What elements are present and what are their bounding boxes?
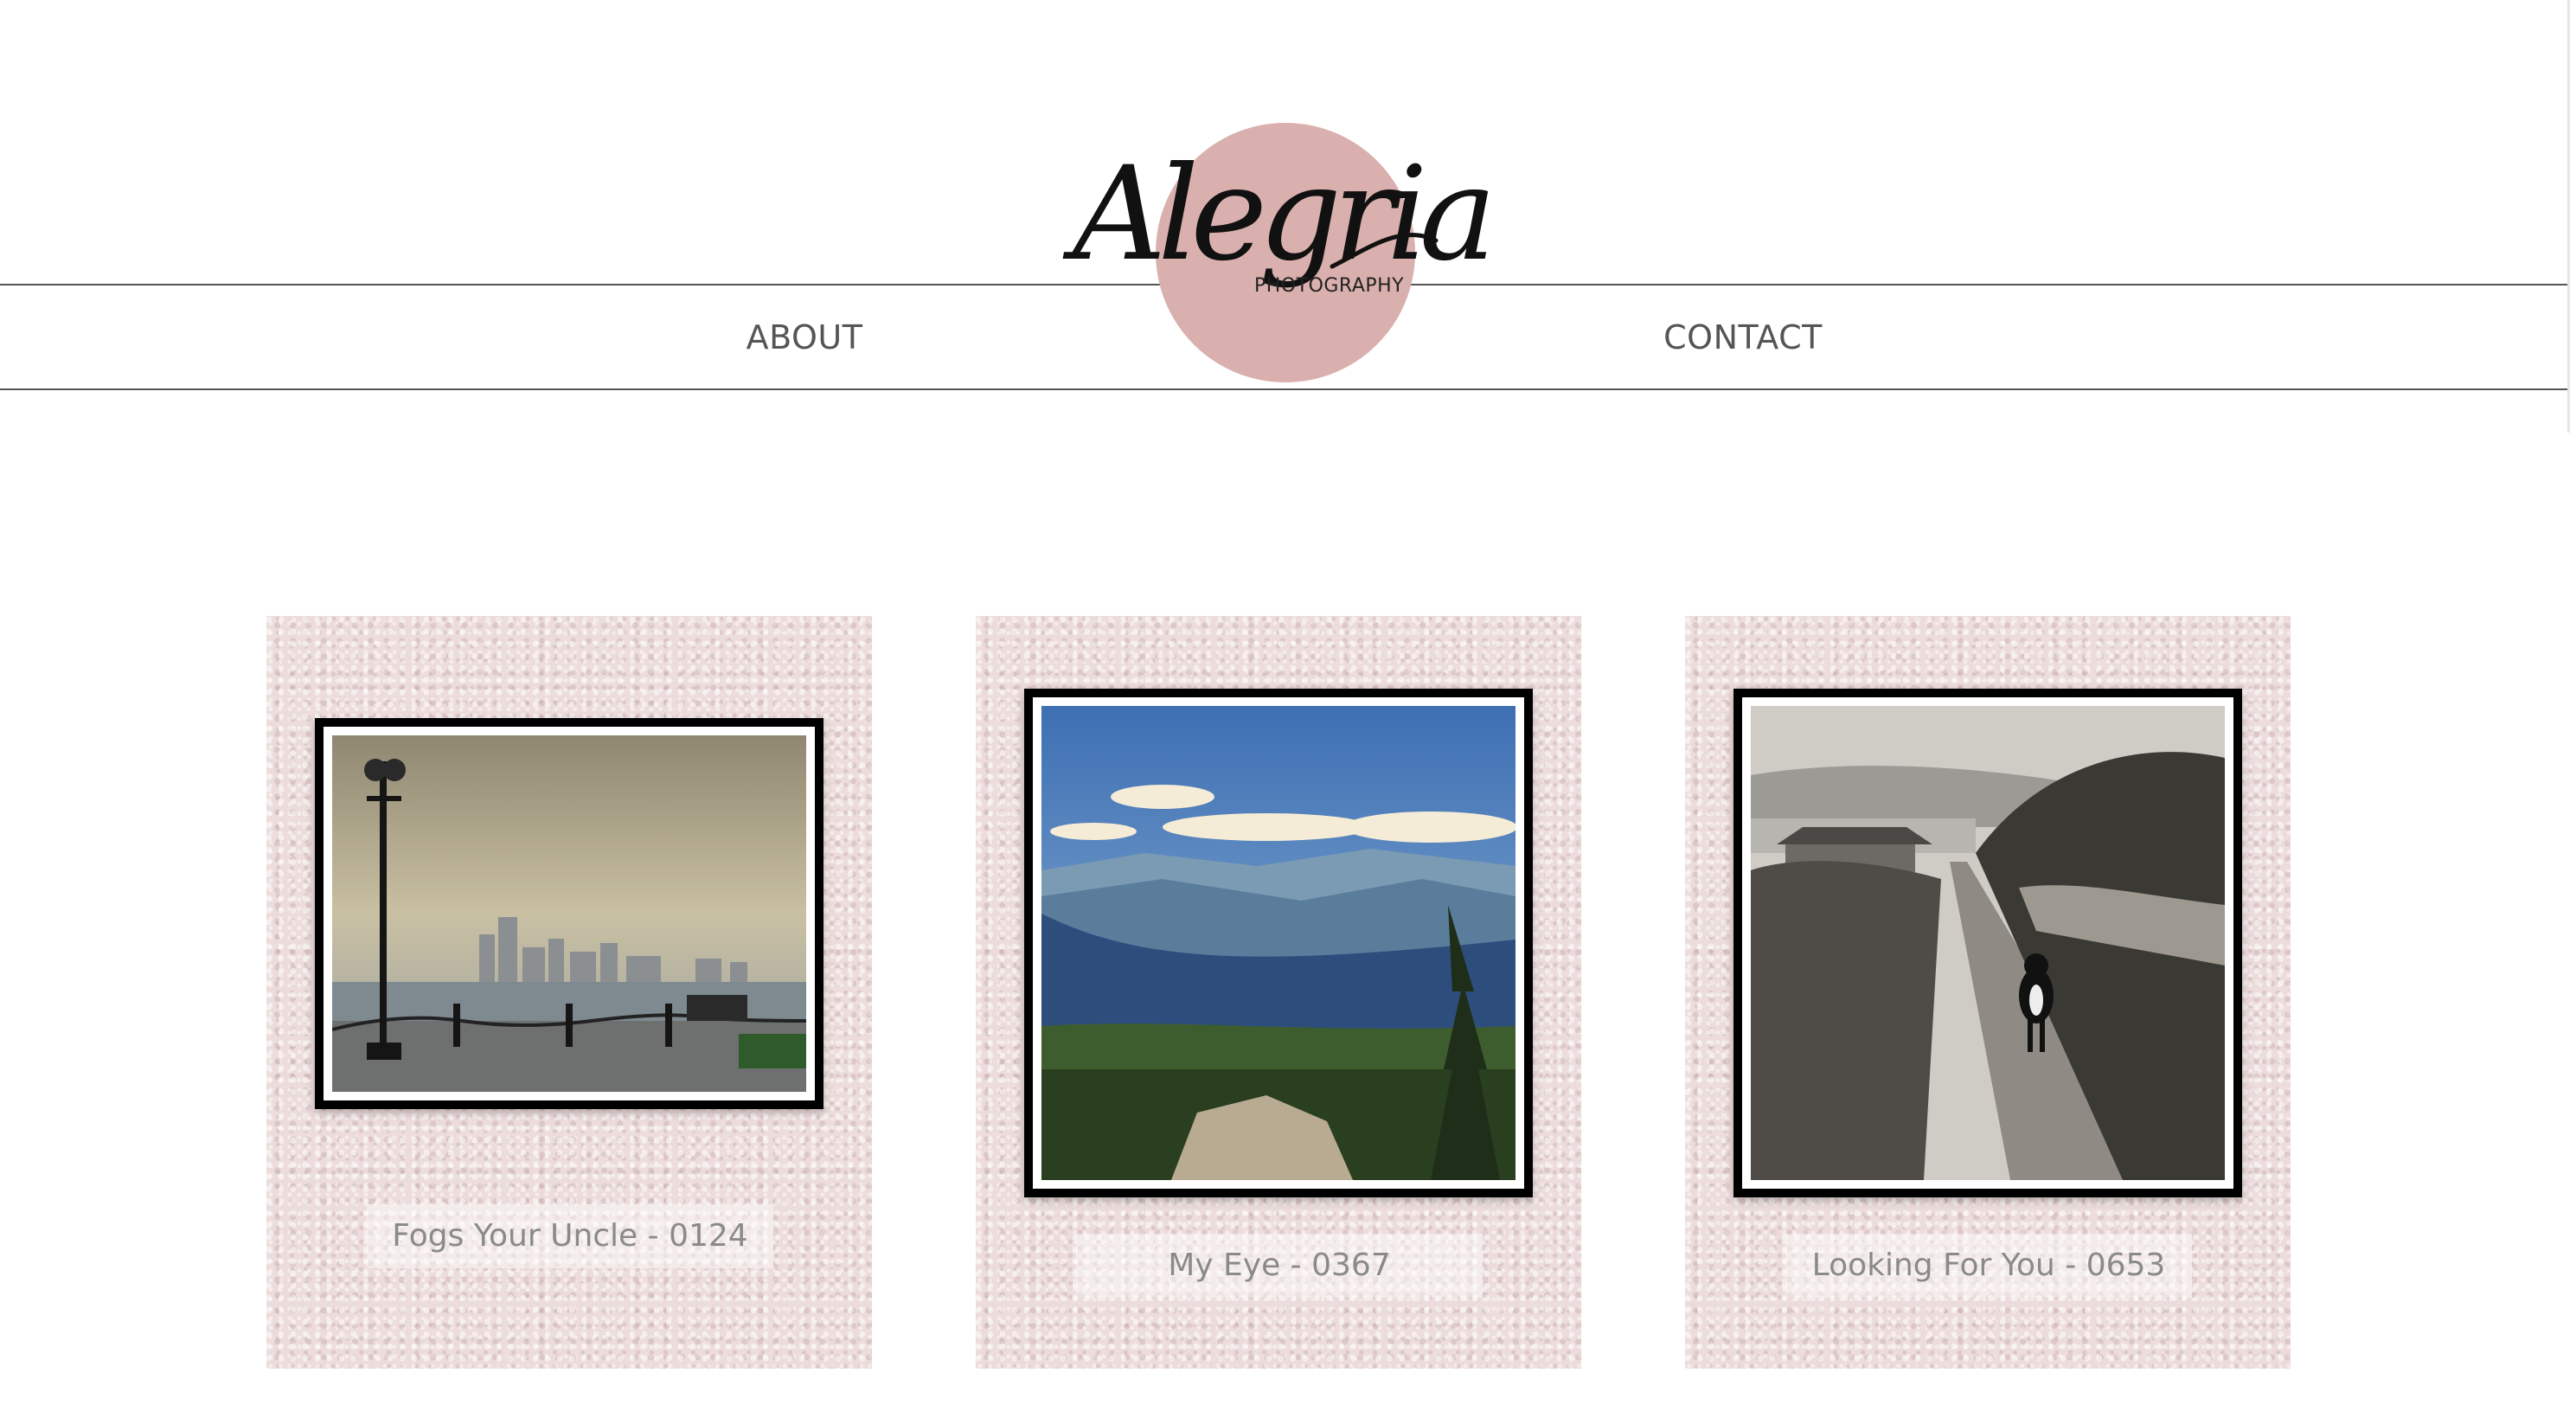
photo-caption[interactable]: My Eye - 0367 <box>1076 1234 1483 1298</box>
nav-contact-link[interactable]: CONTACT <box>1644 311 1842 363</box>
foggy-harbor-photo <box>332 735 806 1092</box>
gallery-card: Fogs Your Uncle - 0124 <box>266 616 872 1369</box>
site-logo[interactable]: Alegria PHOTOGRAPHY <box>1073 119 1496 396</box>
nav-about-link[interactable]: ABOUT <box>718 311 891 363</box>
country-road-dog-photo <box>1751 706 2225 1180</box>
gallery-card: My Eye - 0367 <box>976 616 1581 1369</box>
page-edge <box>2567 0 2570 433</box>
photo-frame[interactable] <box>315 718 823 1109</box>
photo-caption[interactable]: Looking For You - 0653 <box>1785 1234 2192 1298</box>
logo-swash-flourish <box>1330 232 1439 269</box>
photo-frame[interactable] <box>1024 689 1533 1197</box>
mountain-valley-photo <box>1041 706 1515 1180</box>
photo-caption[interactable]: Fogs Your Uncle - 0124 <box>367 1204 773 1268</box>
photo-frame[interactable] <box>1733 689 2242 1197</box>
gallery-card: Looking For You - 0653 <box>1685 616 2291 1369</box>
logo-subtitle: PHOTOGRAPHY <box>1254 275 1405 297</box>
